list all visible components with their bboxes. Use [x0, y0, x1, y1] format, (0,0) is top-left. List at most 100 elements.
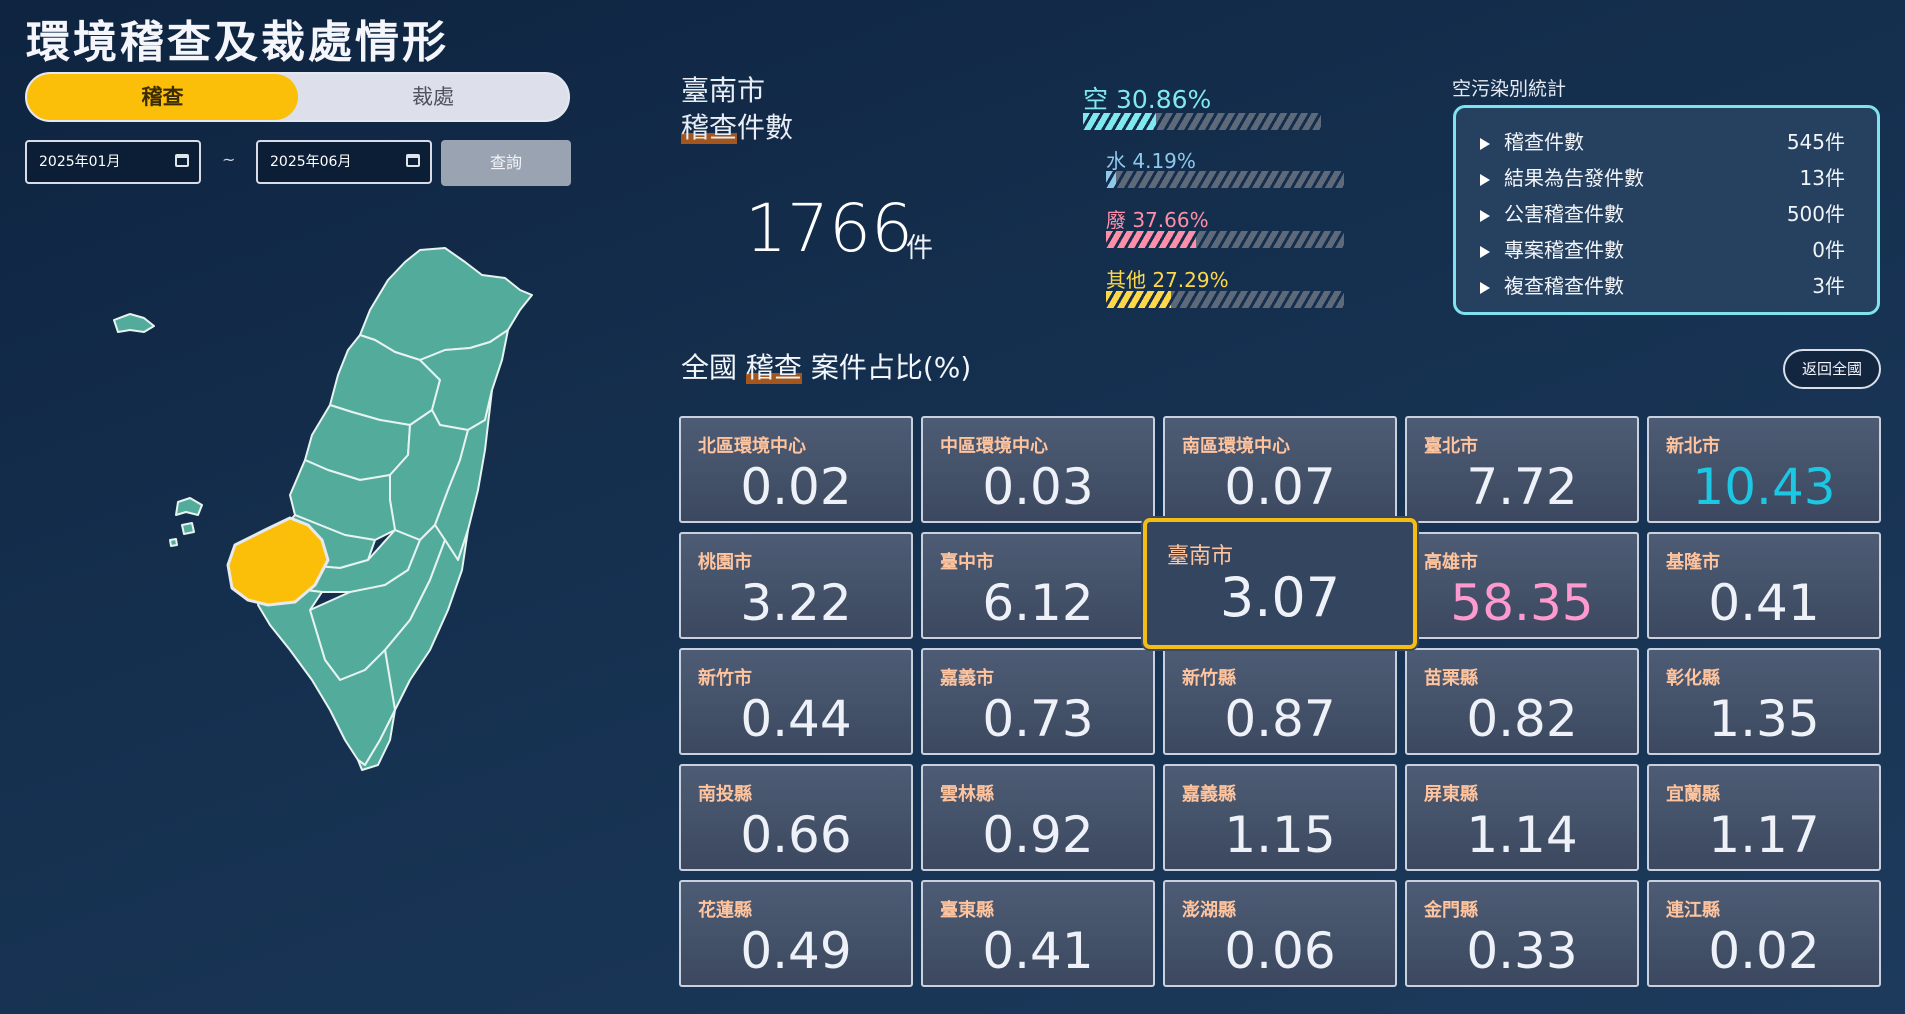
region-name: 屏東縣 [1424, 784, 1478, 805]
pollution-bar-label: 空 30.86% [1083, 85, 1212, 114]
region-share-value: 0.41 [1708, 574, 1820, 632]
region-cell[interactable]: 澎湖縣 0.06 [1163, 880, 1397, 987]
air-stats-value: 3件 [1812, 274, 1845, 298]
region-cell[interactable]: 彰化縣 1.35 [1647, 648, 1881, 755]
air-stats-value: 500件 [1786, 202, 1845, 226]
region-cell[interactable]: 臺南市 3.07 [1143, 518, 1417, 649]
pollution-bar-fill [1106, 291, 1171, 308]
pollution-bar-track [1083, 113, 1321, 130]
region-name: 新竹縣 [1182, 668, 1236, 689]
region-name: 新竹市 [698, 668, 752, 689]
region-cell[interactable]: 臺北市 7.72 [1405, 416, 1639, 523]
region-share-value: 3.07 [1219, 566, 1341, 629]
region-cell[interactable]: 南投縣 0.66 [679, 764, 913, 871]
region-share-value: 0.92 [982, 806, 1094, 864]
air-stats-row[interactable]: 公害稽查件數 500件 [1480, 198, 1845, 234]
region-name: 彰化縣 [1666, 668, 1720, 689]
pollution-bar-label: 廢 37.66% [1106, 208, 1209, 232]
region-share-value: 58.35 [1450, 574, 1594, 632]
region-name: 苗栗縣 [1424, 668, 1478, 689]
region-cell[interactable]: 臺東縣 0.41 [921, 880, 1155, 987]
pollution-bar-track [1106, 171, 1344, 188]
region-cell[interactable]: 高雄市 58.35 [1405, 532, 1639, 639]
region-cell[interactable]: 基隆市 0.41 [1647, 532, 1881, 639]
region-cell[interactable]: 金門縣 0.33 [1405, 880, 1639, 987]
air-stats-label: 複查稽查件數 [1504, 274, 1624, 298]
region-name: 北區環境中心 [698, 436, 806, 457]
region-name: 嘉義市 [940, 668, 994, 689]
region-cell[interactable]: 南區環境中心 0.07 [1163, 416, 1397, 523]
air-stats-panel: 稽查件數 545件 結果為告發件數 13件 公害稽查件數 500件 專案稽查件數 0件 複查稽查… [1453, 105, 1880, 315]
air-stats-label: 稽查件數 [1504, 130, 1584, 154]
region-share-value: 0.41 [982, 922, 1094, 980]
region-share-value: 0.06 [1224, 922, 1336, 980]
summary-label-rest: 件數 [737, 111, 794, 144]
pollution-bar-label: 其他 27.29% [1106, 268, 1229, 292]
region-share-value: 3.22 [740, 574, 852, 632]
region-cell[interactable]: 連江縣 0.02 [1647, 880, 1881, 987]
region-share-value: 1.35 [1708, 690, 1820, 748]
region-cell[interactable]: 臺中市 6.12 [921, 532, 1155, 639]
caret-right-icon [1480, 137, 1490, 150]
taiwan-map[interactable] [90, 240, 550, 940]
end-date-input[interactable]: 2025年06月 [256, 140, 432, 184]
region-name: 連江縣 [1666, 900, 1720, 921]
region-name: 臺東縣 [940, 900, 994, 921]
region-cell[interactable]: 宜蘭縣 1.17 [1647, 764, 1881, 871]
region-cell[interactable]: 嘉義市 0.73 [921, 648, 1155, 755]
toggle-penalty[interactable]: 裁處 [298, 74, 568, 120]
region-share-value: 0.49 [740, 922, 852, 980]
region-share-value: 0.73 [982, 690, 1094, 748]
region-share-value: 0.07 [1224, 458, 1336, 516]
region-share-grid: 北區環境中心 0.02 中區環境中心 0.03 南區環境中心 0.07 臺北市 7.72 新北市… [679, 416, 1881, 987]
region-cell[interactable]: 桃園市 3.22 [679, 532, 913, 639]
island-penghu-3 [169, 538, 178, 547]
air-stats-label: 結果為告發件數 [1504, 166, 1644, 190]
region-cell[interactable]: 嘉義縣 1.15 [1163, 764, 1397, 871]
air-stats-row[interactable]: 專案稽查件數 0件 [1480, 234, 1845, 270]
pollution-bar-track [1106, 231, 1344, 248]
region-cell[interactable]: 苗栗縣 0.82 [1405, 648, 1639, 755]
region-name: 中區環境中心 [940, 436, 1048, 457]
region-cell[interactable]: 雲林縣 0.92 [921, 764, 1155, 871]
region-share-value: 0.44 [740, 690, 852, 748]
region-cell[interactable]: 屏東縣 1.14 [1405, 764, 1639, 871]
region-name: 基隆市 [1666, 552, 1720, 573]
air-stats-value: 0件 [1812, 238, 1845, 262]
region-name: 花蓮縣 [698, 900, 752, 921]
region-cell[interactable]: 新竹縣 0.87 [1163, 648, 1397, 755]
start-date-input[interactable]: 2025年01月 [25, 140, 201, 184]
region-cell[interactable]: 中區環境中心 0.03 [921, 416, 1155, 523]
region-cell[interactable]: 花蓮縣 0.49 [679, 880, 913, 987]
calendar-icon[interactable] [406, 154, 420, 167]
pollution-bar-label: 水 4.19% [1106, 149, 1196, 173]
region-name: 新北市 [1666, 436, 1720, 457]
region-share-value: 0.02 [1708, 922, 1820, 980]
national-title-post: 案件占比(%) [810, 351, 972, 384]
summary-label-highlight: 稽查 [681, 111, 738, 144]
region-name: 澎湖縣 [1182, 900, 1236, 921]
region-share-value: 0.87 [1224, 690, 1336, 748]
air-stats-row[interactable]: 稽查件數 545件 [1480, 126, 1845, 162]
air-stats-row[interactable]: 結果為告發件數 13件 [1480, 162, 1845, 198]
region-cell[interactable]: 新竹市 0.44 [679, 648, 913, 755]
end-date-value: 2025年06月 [270, 154, 352, 170]
region-name: 金門縣 [1424, 900, 1478, 921]
region-share-value: 0.03 [982, 458, 1094, 516]
back-to-national-button[interactable]: 返回全國 [1783, 349, 1881, 389]
mode-toggle[interactable]: 稽查 裁處 [25, 72, 570, 122]
region-share-value: 1.15 [1224, 806, 1336, 864]
summary-label: 稽查件數 [681, 109, 793, 146]
region-name: 臺中市 [940, 552, 994, 573]
national-title: 全國 稽查 案件占比(%) [681, 346, 971, 386]
query-button[interactable]: 查詢 [441, 140, 571, 186]
region-name: 桃園市 [698, 552, 752, 573]
date-separator: ~ [222, 150, 236, 169]
region-cell[interactable]: 北區環境中心 0.02 [679, 416, 913, 523]
region-share-value: 0.02 [740, 458, 852, 516]
toggle-inspection[interactable]: 稽查 [27, 74, 298, 120]
air-stats-row[interactable]: 複查稽查件數 3件 [1480, 270, 1845, 306]
island-kinmen [113, 313, 155, 333]
region-cell[interactable]: 新北市 10.43 [1647, 416, 1881, 523]
calendar-icon[interactable] [175, 154, 189, 167]
